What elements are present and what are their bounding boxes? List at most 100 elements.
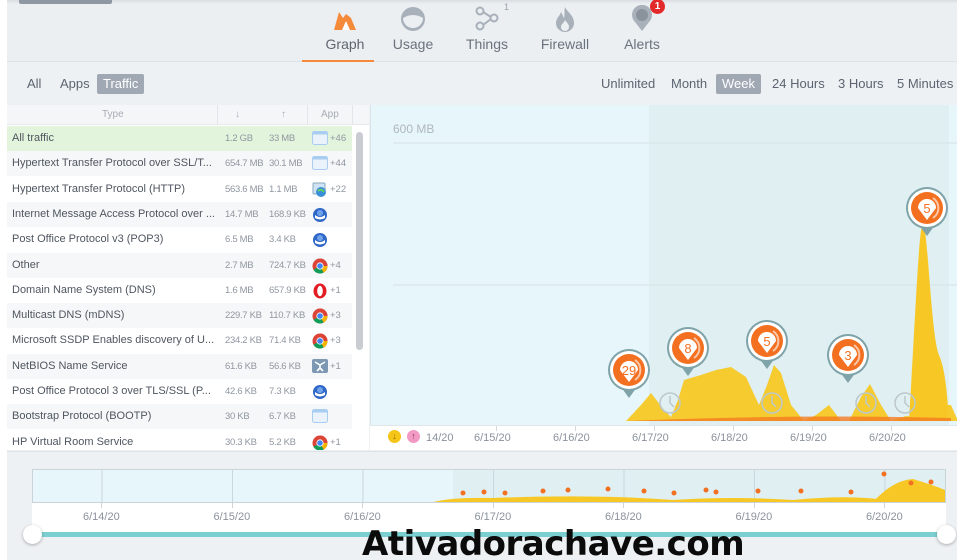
row-type: Other: [12, 258, 40, 271]
overview-alert-dot: [755, 488, 761, 494]
table-row[interactable]: Post Office Protocol v3 (POP3) 6.5 MB 3.4 …: [7, 227, 352, 253]
filter-traffic[interactable]: Traffic: [97, 74, 145, 94]
watermark-text: Ativadorachave.com: [362, 524, 745, 560]
tab-usage[interactable]: Usage: [382, 0, 444, 62]
firewall-icon: [554, 0, 576, 32]
table-row[interactable]: All traffic 1.2 GB 33 MB +46: [7, 126, 352, 151]
tab-firewall[interactable]: Firewall: [534, 0, 596, 62]
alert-count: 3: [844, 348, 851, 363]
alert-count: 8: [684, 341, 691, 356]
row-type: All traffic: [12, 132, 54, 144]
overview-tick-label: 6/17/20: [474, 511, 512, 523]
row-download: 654.7 MB: [225, 158, 264, 170]
table-row[interactable]: Other 2.7 MB 724.7 KB +4: [7, 252, 352, 278]
overview-alert-dot: [928, 479, 934, 485]
alert-count: 5: [923, 201, 930, 216]
range-5-minutes[interactable]: 5 Minutes: [891, 74, 957, 94]
window-edge: [0, 0, 7, 560]
table-row[interactable]: Hypertext Transfer Protocol (HTTP) 563.6 …: [7, 176, 352, 202]
tab-things[interactable]: 1 Things: [456, 0, 518, 62]
overview-alert-dot: [671, 490, 677, 496]
upload-legend-icon[interactable]: ↑: [407, 430, 420, 443]
header-download[interactable]: ↓: [235, 109, 240, 120]
header-app[interactable]: App: [321, 109, 339, 120]
filter-bar: All Apps Traffic Unlimited Month Week 24…: [7, 63, 957, 105]
header-upload[interactable]: ↑: [281, 109, 286, 120]
range-unlimited[interactable]: Unlimited: [595, 74, 661, 94]
range-3-hours[interactable]: 3 Hours: [832, 74, 890, 94]
chrome-icon: [312, 258, 328, 273]
tab-alerts[interactable]: 1 Alerts: [611, 0, 673, 62]
x-axis-tick: [496, 426, 497, 431]
range-month[interactable]: Month: [665, 74, 713, 94]
table-row[interactable]: NetBIOS Name Service 61.6 KB 56.6 KB +1: [7, 353, 352, 379]
overview-tick: [884, 503, 885, 508]
row-upload: 724.7 KB: [269, 259, 306, 271]
traffic-graph[interactable]: 29 8 5 3 5 600 MB: [370, 105, 957, 450]
row-upload: 56.6 KB: [269, 360, 301, 372]
row-type: Microsoft SSDP Enables discovery of U...: [12, 334, 215, 347]
top-nav-bar: Graph Usage 1 Things Firewall 1 Alerts: [7, 0, 957, 62]
table-row[interactable]: Multicast DNS (mDNS) 229.7 KB 110.7 KB +3: [7, 303, 352, 329]
y-axis-label: 600 MB: [393, 122, 435, 136]
range-week[interactable]: Week: [716, 74, 761, 94]
x-axis-tick-label: 6/19/20: [790, 432, 827, 444]
table-row[interactable]: Bootstrap Protocol (BOOTP) 30 KB 6.7 KB: [7, 404, 352, 430]
filter-apps[interactable]: Apps: [54, 74, 96, 94]
table-row[interactable]: Hypertext Transfer Protocol over SSL/T..…: [7, 151, 352, 177]
row-download: 30 KB: [225, 411, 250, 423]
row-upload: 71.4 KB: [269, 335, 301, 347]
range-24-hours[interactable]: 24 Hours: [766, 74, 831, 94]
overview-alert-dot: [713, 489, 719, 495]
chrome-icon: [312, 333, 328, 349]
filter-all[interactable]: All: [21, 74, 47, 94]
range-handle-end[interactable]: [937, 525, 956, 544]
alert-count: 29: [622, 363, 636, 378]
row-type: HP Virtual Room Service: [12, 435, 134, 448]
timeline-overview[interactable]: [32, 469, 946, 503]
x-axis-tick: [733, 426, 734, 431]
row-type: NetBIOS Name Service: [12, 359, 128, 372]
window-tab-stub: [19, 0, 112, 4]
table-row[interactable]: HP Virtual Room Service 30.3 KB 5.2 KB +1: [7, 429, 352, 450]
overview-alert-dot: [460, 490, 466, 496]
thunderbird-icon: [312, 384, 328, 399]
row-download: 42.6 KB: [225, 386, 257, 397]
overview-tick-label: 6/20/20: [866, 511, 903, 523]
range-handle-start[interactable]: [23, 525, 42, 544]
row-download: 30.3 KB: [225, 436, 257, 448]
row-more-apps: +44: [330, 158, 347, 170]
overview-tick: [623, 503, 624, 508]
row-upload: 110.7 KB: [269, 310, 305, 322]
header-type[interactable]: Type: [102, 109, 124, 120]
chrome-icon: [312, 308, 328, 324]
table-row[interactable]: Post Office Protocol 3 over TLS/SSL (P..…: [7, 379, 352, 404]
window-icon: [312, 409, 328, 424]
row-more-apps: +1: [330, 360, 341, 372]
scrollbar-thumb[interactable]: [356, 132, 363, 350]
row-upload: 30.1 MB: [269, 158, 303, 170]
table-row[interactable]: Domain Name System (DNS) 1.6 MB 657.9 KB +1: [7, 277, 352, 303]
row-download: 563.6 MB: [225, 183, 264, 195]
download-legend-icon[interactable]: ↓: [388, 430, 401, 443]
tab-graph[interactable]: Graph: [310, 0, 380, 62]
table-row[interactable]: Microsoft SSDP Enables discovery of U...…: [7, 328, 352, 354]
overview-tick-label: 6/15/20: [213, 511, 251, 523]
window-icon: [312, 131, 328, 146]
row-upload: 33 MB: [269, 133, 295, 144]
row-upload: 7.3 KB: [269, 386, 296, 397]
row-upload: 3.4 KB: [269, 234, 296, 246]
x-axis-tick-label: 6/18/20: [711, 432, 748, 444]
overview-alert-dot: [641, 488, 647, 494]
row-more-apps: +22: [330, 183, 347, 195]
overview-alert-dot: [540, 488, 546, 494]
overview-tick-label: 6/19/20: [735, 511, 773, 523]
overview-tick-label: 6/16/20: [344, 511, 381, 523]
row-upload: 1.1 MB: [269, 183, 298, 195]
active-tab-indicator: [302, 60, 374, 62]
row-type: Post Office Protocol 3 over TLS/SSL (P..…: [12, 385, 211, 397]
overview-alert-dot: [881, 471, 887, 477]
row-more-apps: +1: [330, 284, 341, 296]
x-axis-tick: [654, 426, 655, 431]
table-row[interactable]: Internet Message Access Protocol over ..…: [7, 201, 352, 227]
